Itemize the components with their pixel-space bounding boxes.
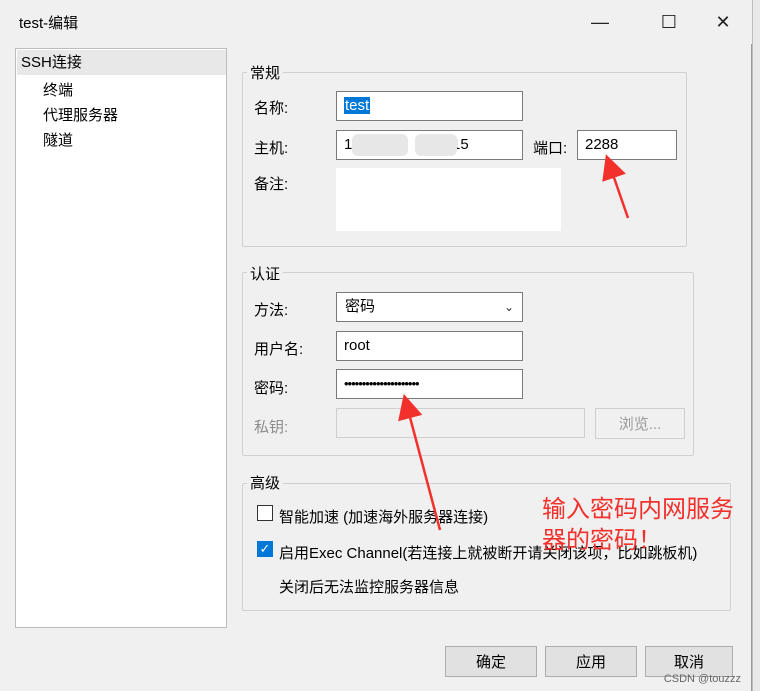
private-key-label: 私钥: <box>254 419 289 436</box>
csdn-watermark: CSDN @touzzz <box>663 673 741 685</box>
port-label: 端口: <box>533 140 568 157</box>
name-value: test <box>344 97 371 114</box>
username-value: root <box>344 337 370 354</box>
settings-nav-tree: SSH连接 终端 代理服务器 隧道 <box>15 48 227 628</box>
name-label: 名称: <box>254 100 289 117</box>
method-value: 密码 <box>345 298 376 315</box>
username-input[interactable]: root <box>336 331 523 361</box>
name-input[interactable]: test <box>336 91 523 121</box>
method-select[interactable]: 密码 ⌄ <box>336 292 523 322</box>
password-label: 密码: <box>254 380 289 397</box>
background-window-edge <box>752 0 760 691</box>
smart-accel-label[interactable]: 智能加速 (加速海外服务器连接) <box>279 506 488 527</box>
auth-section-title: 认证 <box>247 263 284 284</box>
port-input[interactable]: 2288 <box>577 130 677 160</box>
password-input[interactable]: ••••••••••••••••••••• <box>336 369 523 399</box>
annotation-line-2: 器的密码！ <box>542 526 662 554</box>
title-bar: test-编辑 — ☐ ✕ <box>0 0 752 44</box>
exec-channel-note: 关闭后无法监控服务器信息 <box>279 579 460 596</box>
maximize-button[interactable]: ☐ <box>649 8 689 36</box>
window-title: test-编辑 <box>19 15 79 32</box>
apply-button[interactable]: 应用 <box>545 646 637 677</box>
general-section-title: 常规 <box>247 62 284 83</box>
username-label: 用户名: <box>254 341 304 358</box>
redaction-blur <box>352 134 408 156</box>
minimize-button[interactable]: — <box>580 8 620 36</box>
port-value: 2288 <box>585 136 619 153</box>
close-button[interactable]: ✕ <box>703 8 743 36</box>
nav-item-ssh[interactable]: SSH连接 <box>17 50 226 75</box>
host-label: 主机: <box>254 140 289 157</box>
private-key-input[interactable] <box>336 408 585 438</box>
checkmark-icon: ✓ <box>259 541 271 556</box>
nav-item-tunnel[interactable]: 隧道 <box>43 129 73 150</box>
note-label: 备注: <box>254 176 289 193</box>
edit-dialog: test-编辑 — ☐ ✕ SSH连接 终端 代理服务器 隧道 常规 名称: t… <box>0 0 752 691</box>
advanced-section-title: 高级 <box>247 472 284 493</box>
redaction-blur <box>415 134 457 156</box>
method-label: 方法: <box>254 302 289 319</box>
minimize-icon: — <box>591 11 609 32</box>
ok-button[interactable]: 确定 <box>445 646 537 677</box>
close-icon: ✕ <box>715 11 731 32</box>
annotation-line-1: 输入密码内网服务 <box>542 495 734 523</box>
nav-item-proxy[interactable]: 代理服务器 <box>43 104 118 125</box>
note-textarea[interactable] <box>336 168 561 231</box>
exec-channel-checkbox[interactable]: ✓ <box>257 541 273 557</box>
nav-item-terminal[interactable]: 终端 <box>43 79 73 100</box>
browse-button[interactable]: 浏览... <box>595 408 685 439</box>
maximize-icon: ☐ <box>660 11 678 32</box>
smart-accel-checkbox[interactable] <box>257 505 273 521</box>
annotation-text: 输入密码内网服务 器的密码！ <box>542 494 734 556</box>
chevron-down-icon: ⌄ <box>503 300 514 314</box>
password-value: ••••••••••••••••••••• <box>344 376 420 391</box>
